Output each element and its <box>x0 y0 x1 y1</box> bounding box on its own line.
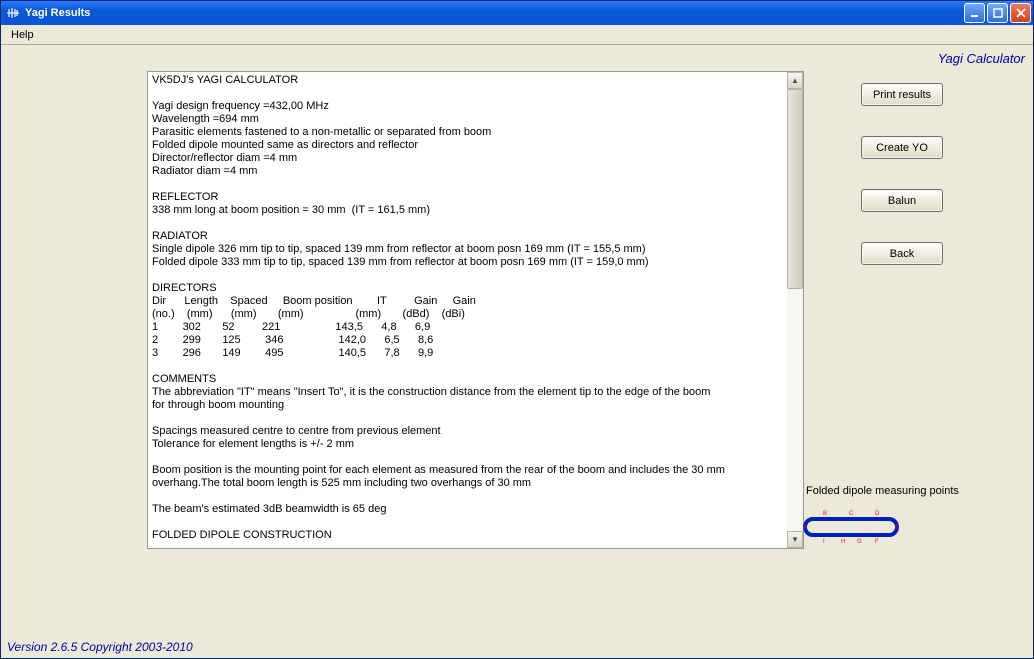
footer-version: Version 2.6.5 Copyright 2003-2010 <box>7 640 193 654</box>
window-title: Yagi Results <box>25 7 964 19</box>
svg-text:F: F <box>875 539 879 545</box>
results-scrollbar[interactable]: ▲ ▼ <box>787 71 804 549</box>
app-icon <box>5 5 21 21</box>
app-heading: Yagi Calculator <box>938 51 1025 66</box>
create-yo-button[interactable]: Create YO <box>861 136 943 159</box>
svg-text:A: A <box>803 525 807 531</box>
balun-button[interactable]: Balun <box>861 189 943 212</box>
close-button[interactable] <box>1010 3 1031 23</box>
scroll-track[interactable] <box>787 89 803 531</box>
svg-text:H: H <box>841 539 845 545</box>
titlebar: Yagi Results <box>1 1 1033 25</box>
scroll-thumb[interactable] <box>787 89 803 289</box>
svg-text:C: C <box>849 511 854 517</box>
window-buttons <box>964 3 1031 23</box>
side-buttons: Print results Create YO Balun Back <box>861 83 943 265</box>
scroll-up-button[interactable]: ▲ <box>787 72 803 89</box>
maximize-button[interactable] <box>987 3 1008 23</box>
back-button[interactable]: Back <box>861 242 943 265</box>
folded-dipole-diagram: A B C D E F G H I <box>801 505 901 548</box>
svg-text:B: B <box>823 511 827 517</box>
dipole-caption: Folded dipole measuring points <box>806 485 959 497</box>
app-window: Yagi Results Help Yagi Calculator VK5DJ'… <box>0 0 1034 659</box>
svg-text:G: G <box>857 539 862 545</box>
menu-help[interactable]: Help <box>5 27 40 43</box>
results-textbox[interactable]: VK5DJ's YAGI CALCULATOR Yagi design freq… <box>147 71 787 549</box>
client-area: Yagi Calculator VK5DJ's YAGI CALCULATOR … <box>1 45 1033 658</box>
minimize-button[interactable] <box>964 3 985 23</box>
svg-text:D: D <box>875 511 880 517</box>
svg-text:I: I <box>823 539 825 545</box>
print-results-button[interactable]: Print results <box>861 83 943 106</box>
svg-text:E: E <box>895 525 899 531</box>
menubar: Help <box>1 25 1033 45</box>
